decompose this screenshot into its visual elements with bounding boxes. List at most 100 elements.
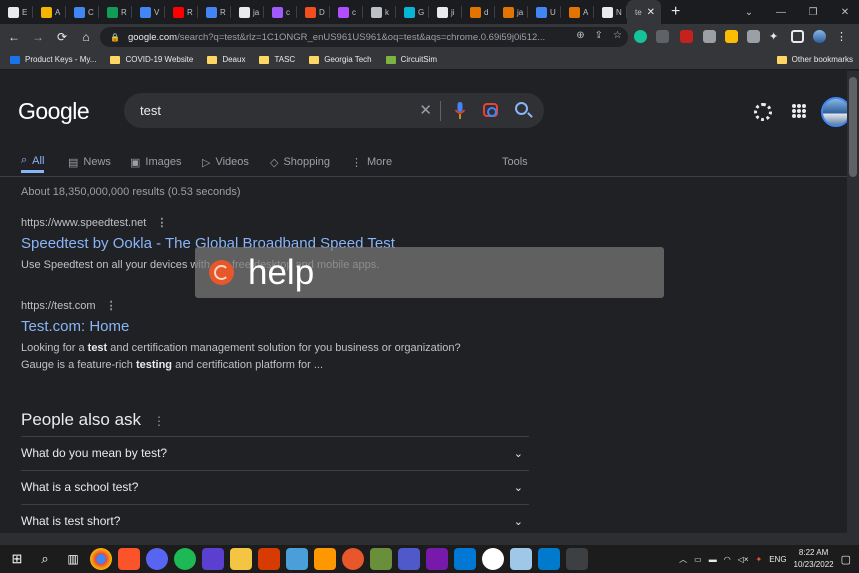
extension-icon[interactable] — [703, 30, 716, 43]
scrollbar-thumb[interactable] — [849, 77, 857, 177]
search-box[interactable]: test ✕ — [124, 93, 544, 128]
minecraft-icon[interactable] — [370, 548, 392, 570]
more-options-icon[interactable]: ⋮ — [106, 300, 117, 312]
profile-avatar[interactable] — [813, 30, 826, 43]
microphone-icon[interactable] — [455, 102, 465, 119]
google-apps-icon[interactable] — [792, 104, 806, 118]
discord-icon[interactable] — [146, 548, 168, 570]
extension-icon[interactable] — [725, 30, 738, 43]
vscode-icon[interactable] — [538, 548, 560, 570]
bookmark-item[interactable]: Deaux — [207, 55, 245, 64]
close-window-button[interactable]: ✕ — [829, 0, 859, 24]
question-row[interactable]: What is test short? ⌄ — [21, 504, 529, 533]
search-icon[interactable]: ⌕ — [34, 548, 56, 570]
bookmark-star-icon[interactable]: ☆ — [613, 30, 622, 41]
browser-tab[interactable]: R — [198, 0, 231, 24]
app-icon[interactable] — [510, 548, 532, 570]
browser-tab[interactable]: R — [99, 0, 132, 24]
more-options-icon[interactable]: ⋮ — [153, 414, 165, 428]
browser-tab[interactable]: D — [297, 0, 330, 24]
ublock-extension-icon[interactable] — [680, 30, 693, 43]
tab-more[interactable]: ⋮ More — [351, 151, 392, 173]
browser-tab[interactable]: A — [561, 0, 594, 24]
tab-news[interactable]: ▤ News — [68, 151, 111, 173]
result-title[interactable]: Test.com: Home — [21, 318, 129, 335]
menu-kebab-icon[interactable]: ⋮ — [836, 30, 849, 43]
account-avatar[interactable] — [821, 97, 847, 127]
tab-shopping[interactable]: ◇ Shopping — [270, 151, 330, 173]
bookmark-item[interactable]: Georgia Tech — [309, 55, 372, 64]
reload-button[interactable]: ⟳ — [52, 27, 72, 47]
question-row[interactable]: What is a school test? ⌄ — [21, 470, 529, 503]
back-button[interactable]: ← — [4, 27, 24, 47]
teams-icon[interactable] — [398, 548, 420, 570]
app-icon[interactable]: ✦ — [756, 555, 763, 564]
volume-icon[interactable]: ◁× — [738, 555, 749, 564]
bookmark-item[interactable]: Product Keys - My... — [10, 55, 96, 64]
browser-tab[interactable]: d — [462, 0, 495, 24]
spotify-icon[interactable] — [174, 548, 196, 570]
browser-tab[interactable]: E — [0, 0, 33, 24]
minimize-button[interactable]: — — [765, 0, 797, 24]
tools-button[interactable]: Tools — [502, 151, 528, 173]
google-logo[interactable]: Google — [18, 98, 90, 125]
browser-tab[interactable]: G — [396, 0, 429, 24]
search-input[interactable]: test — [140, 103, 161, 118]
intellij-icon[interactable] — [202, 548, 224, 570]
address-bar[interactable]: 🔒 google.com/search?q=test&rlz=1C1ONGR_e… — [100, 27, 628, 47]
forward-button[interactable]: → — [28, 27, 48, 47]
google-lens-icon[interactable] — [483, 103, 498, 117]
chevron-up-icon[interactable]: ︿ — [679, 554, 687, 565]
browser-tab[interactable]: ja — [495, 0, 528, 24]
battery-icon[interactable]: ▬ — [709, 555, 717, 564]
wifi-icon[interactable]: ◠ — [724, 555, 731, 564]
clock[interactable]: 8:22 AM 10/23/2022 — [794, 547, 834, 571]
browser-tab[interactable]: ja — [231, 0, 264, 24]
active-browser-tab[interactable]: te ✕ — [627, 0, 661, 24]
tab-search-button[interactable]: ⌄ — [733, 0, 765, 24]
sublime-icon[interactable] — [314, 548, 336, 570]
browser-tab[interactable]: c — [330, 0, 363, 24]
display-icon[interactable]: ▭ — [694, 555, 702, 564]
extension-icon[interactable] — [747, 30, 760, 43]
result-url[interactable]: https://www.speedtest.net ⋮ — [21, 216, 167, 229]
more-options-icon[interactable]: ⋮ — [156, 217, 167, 229]
extensions-puzzle-icon[interactable]: ✦ — [769, 30, 782, 43]
notification-icon[interactable]: ▢ — [841, 553, 851, 566]
onenote-icon[interactable] — [426, 548, 448, 570]
tab-images[interactable]: ▣ Images — [130, 151, 181, 173]
app-icon[interactable] — [482, 548, 504, 570]
new-tab-button[interactable]: + — [671, 3, 680, 21]
browser-tab[interactable]: U — [528, 0, 561, 24]
maximize-button[interactable]: ❐ — [797, 0, 829, 24]
vertical-scrollbar[interactable] — [847, 71, 859, 533]
tab-all[interactable]: ⌕ All — [21, 151, 45, 173]
file-explorer-icon[interactable] — [230, 548, 252, 570]
zoom-icon[interactable]: ⊕ — [576, 30, 584, 41]
task-view-icon[interactable]: ▥ — [62, 548, 84, 570]
close-icon[interactable]: ✕ — [647, 7, 655, 18]
browser-tab[interactable]: R — [165, 0, 198, 24]
settings-gear-icon[interactable] — [566, 548, 588, 570]
settings-gear-icon[interactable] — [754, 103, 772, 121]
browser-tab[interactable]: k — [363, 0, 396, 24]
browser-tab[interactable]: A — [33, 0, 66, 24]
bookmark-item[interactable]: COVID-19 Website — [110, 55, 193, 64]
result-url[interactable]: https://test.com ⋮ — [21, 299, 117, 312]
share-icon[interactable]: ⇪ — [595, 30, 603, 41]
chrome-icon[interactable] — [90, 548, 112, 570]
brave-icon[interactable] — [118, 548, 140, 570]
browser-tab[interactable]: C — [66, 0, 99, 24]
computer-icon[interactable] — [286, 548, 308, 570]
home-button[interactable]: ⌂ — [76, 27, 96, 47]
horizontal-scrollbar[interactable] — [0, 533, 859, 545]
bookmark-item[interactable]: TASC — [259, 55, 295, 64]
search-icon[interactable] — [515, 102, 528, 115]
browser-tab[interactable]: ji — [429, 0, 462, 24]
bookmark-item[interactable]: CircuitSim — [385, 55, 437, 64]
outlook-icon[interactable] — [454, 548, 476, 570]
language-indicator[interactable]: ENG — [769, 555, 786, 564]
office-icon[interactable] — [258, 548, 280, 570]
app-icon[interactable] — [342, 548, 364, 570]
extension-icon[interactable] — [656, 30, 669, 43]
